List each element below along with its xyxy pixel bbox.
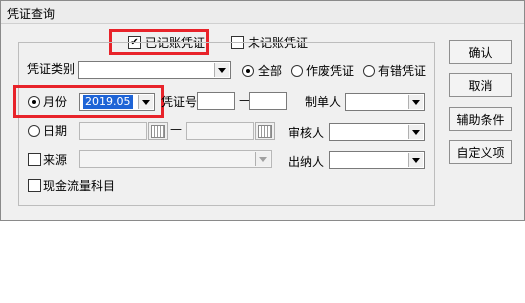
month-value: 2019.05 bbox=[83, 95, 133, 109]
voucher-no-to-input[interactable] bbox=[249, 92, 287, 110]
aux-conditions-button[interactable]: 辅助条件 bbox=[449, 107, 512, 131]
calendar-icon bbox=[151, 124, 165, 138]
cashier-label: 出纳人 bbox=[288, 155, 325, 169]
cash-flow-label: 现金流量科目 bbox=[43, 179, 116, 193]
voucher-type-select[interactable] bbox=[78, 61, 231, 79]
voucher-no-from-input[interactable] bbox=[197, 92, 235, 110]
chevron-down-icon[interactable] bbox=[408, 125, 423, 139]
chevron-down-icon[interactable] bbox=[214, 63, 229, 77]
calendar-icon bbox=[258, 124, 272, 138]
date-label: 日期 bbox=[43, 124, 68, 138]
reviewer-select[interactable] bbox=[329, 123, 425, 141]
filter-error-radio[interactable] bbox=[363, 65, 375, 77]
month-radio[interactable] bbox=[28, 96, 40, 108]
cashier-select[interactable] bbox=[329, 151, 425, 169]
chevron-down-icon[interactable] bbox=[255, 152, 270, 166]
window-title: 凭证查询 bbox=[7, 7, 56, 21]
chevron-down-icon[interactable] bbox=[408, 153, 423, 167]
filter-void-label: 作废凭证 bbox=[306, 64, 355, 78]
date-from-input[interactable] bbox=[79, 122, 147, 140]
custom-items-button[interactable]: 自定义项 bbox=[449, 140, 512, 164]
date-radio[interactable] bbox=[28, 125, 40, 137]
filter-all-radio[interactable] bbox=[242, 65, 254, 77]
date-to-input[interactable] bbox=[186, 122, 254, 140]
filter-all-label: 全部 bbox=[258, 64, 283, 78]
voucher-type-label: 凭证类别 bbox=[27, 62, 76, 76]
voucher-no-label: 凭证号 bbox=[161, 95, 198, 109]
calendar-to-button[interactable] bbox=[255, 122, 275, 140]
maker-label: 制单人 bbox=[305, 95, 342, 109]
cash-flow-checkbox[interactable] bbox=[28, 179, 41, 192]
maker-select[interactable] bbox=[345, 93, 425, 111]
month-select[interactable]: 2019.05 bbox=[79, 93, 155, 111]
filter-error-label: 有错凭证 bbox=[378, 64, 427, 78]
cancel-button[interactable]: 取消 bbox=[449, 73, 512, 97]
calendar-from-button[interactable] bbox=[148, 122, 168, 140]
reviewer-label: 审核人 bbox=[288, 126, 325, 140]
ok-button[interactable]: 确认 bbox=[449, 40, 512, 64]
month-label: 月份 bbox=[43, 95, 68, 109]
title-bar: 凭证查询 bbox=[1, 1, 524, 24]
filter-void-radio[interactable] bbox=[291, 65, 303, 77]
chevron-down-icon[interactable] bbox=[408, 95, 423, 109]
chevron-down-icon[interactable] bbox=[138, 95, 153, 109]
date-separator: — bbox=[170, 122, 182, 136]
source-label: 来源 bbox=[43, 153, 68, 167]
source-checkbox[interactable] bbox=[28, 153, 41, 166]
voucher-query-dialog: 凭证查询 ✔ 已记账凭证 未记账凭证 凭证类别 全部 作废凭证 有错凭证 月份 … bbox=[0, 0, 525, 221]
source-select[interactable] bbox=[79, 150, 272, 168]
